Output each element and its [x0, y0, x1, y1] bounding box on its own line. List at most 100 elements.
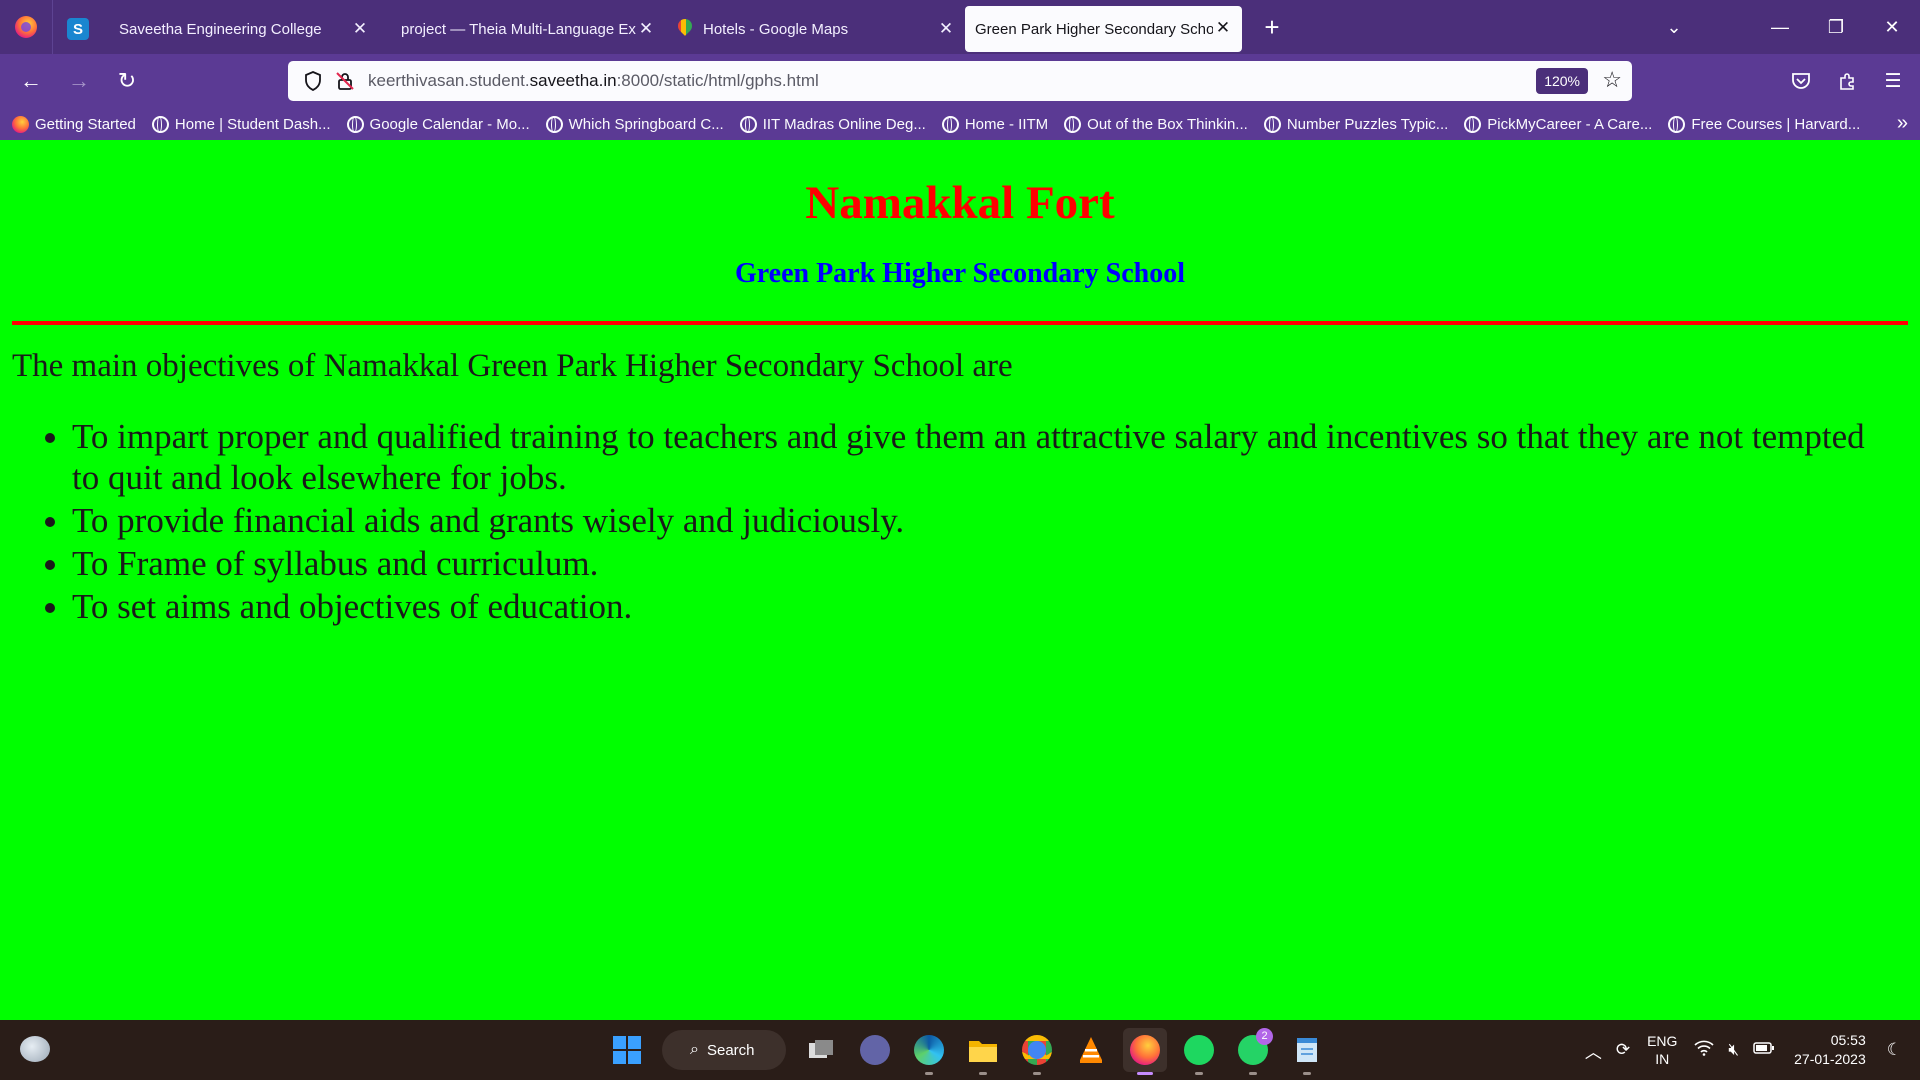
globe-icon: [1064, 115, 1082, 133]
running-indicator: [979, 1072, 987, 1075]
running-indicator: [1303, 1072, 1311, 1075]
objectives-list: To impart proper and qualified training …: [72, 416, 1872, 629]
language-code: ENG: [1647, 1033, 1678, 1049]
forward-button[interactable]: →: [60, 62, 98, 100]
restore-button[interactable]: ❐: [1808, 0, 1864, 54]
running-indicator: [1033, 1072, 1041, 1075]
list-all-tabs-chevron-icon[interactable]: ⌄: [1656, 10, 1692, 44]
extensions-icon[interactable]: [1828, 62, 1866, 100]
horizontal-rule: [12, 321, 1908, 325]
more-bookmarks-chevron-icon[interactable]: »: [1897, 112, 1908, 135]
bookmark-item[interactable]: Number Puzzles Typic...: [1263, 115, 1449, 133]
focus-moon-icon[interactable]: ☾: [1887, 1040, 1902, 1060]
bookmark-getting-started[interactable]: Getting Started: [12, 115, 136, 133]
globe-icon: [151, 115, 169, 133]
globe-icon: [346, 115, 364, 133]
chrome-logo-icon: [1022, 1035, 1052, 1065]
edge-browser-icon[interactable]: [907, 1028, 951, 1075]
chrome-icon[interactable]: [1015, 1028, 1059, 1075]
task-view-button[interactable]: [799, 1028, 843, 1072]
page-title: Namakkal Fort: [805, 177, 1115, 229]
search-icon: ⌕: [690, 1041, 699, 1058]
taskbar-search-button[interactable]: ⌕ Search: [662, 1030, 786, 1070]
bookmark-label: Number Puzzles Typic...: [1286, 115, 1449, 133]
weather-widget-icon[interactable]: [20, 1036, 50, 1062]
firefox-view-button[interactable]: [0, 0, 52, 54]
bookmark-label: Which Springboard C...: [568, 115, 724, 133]
url-domain: saveetha.in: [529, 71, 617, 90]
reload-button[interactable]: ↻: [108, 62, 146, 100]
shield-icon[interactable]: [298, 66, 328, 96]
globe-icon: [545, 115, 563, 133]
tab-saveetha[interactable]: S Saveetha Engineering College ✕: [53, 6, 379, 52]
whatsapp-icon[interactable]: 2: [1231, 1028, 1275, 1075]
edge-logo-icon: [914, 1035, 944, 1065]
sync-icon[interactable]: ⟳: [1616, 1040, 1630, 1060]
zoom-indicator[interactable]: 120%: [1536, 68, 1588, 94]
bookmark-item[interactable]: Home | Student Dash...: [151, 115, 331, 133]
teams-chat-icon[interactable]: [853, 1028, 897, 1072]
bookmark-label: Out of the Box Thinkin...: [1087, 115, 1248, 133]
bookmark-item[interactable]: Out of the Box Thinkin...: [1064, 115, 1248, 133]
bookmark-label: Google Calendar - Mo...: [369, 115, 530, 133]
tab-google-maps[interactable]: Hotels - Google Maps ✕: [665, 6, 965, 52]
list-item: To provide financial aids and grants wis…: [72, 500, 1872, 541]
globe-icon: [1263, 115, 1281, 133]
chat-app-icon: [860, 1035, 890, 1065]
notepad-app-icon[interactable]: [1285, 1028, 1329, 1075]
bookmark-label: Home - IITM: [964, 115, 1049, 133]
globe-icon: [941, 115, 959, 133]
pocket-icon[interactable]: [1782, 62, 1820, 100]
firefox-icon: [1130, 1035, 1160, 1065]
globe-icon: [1464, 115, 1482, 133]
bookmark-item[interactable]: IIT Madras Online Deg...: [739, 115, 926, 133]
volume-muted-icon[interactable]: 🔇︎: [1728, 1040, 1739, 1060]
start-button[interactable]: [605, 1028, 649, 1072]
minimize-button[interactable]: —: [1752, 0, 1808, 54]
chevron-up-icon[interactable]: ︿: [1585, 1038, 1602, 1063]
bookmark-label: Getting Started: [35, 115, 136, 133]
clock[interactable]: 05:53 27-01-2023: [1794, 1031, 1866, 1069]
insecure-lock-icon[interactable]: [330, 66, 360, 96]
bookmark-label: PickMyCareer - A Care...: [1487, 115, 1653, 133]
bookmark-label: Home | Student Dash...: [174, 115, 331, 133]
address-bar[interactable]: keerthivasan.student.saveetha.in:8000/st…: [288, 61, 1632, 101]
url-text[interactable]: keerthivasan.student.saveetha.in:8000/st…: [368, 71, 819, 91]
school-name-subtitle: Green Park Higher Secondary School: [734, 258, 1186, 289]
bookmark-item[interactable]: Which Springboard C...: [545, 115, 724, 133]
url-path: :8000/static/html/gphs.html: [616, 71, 819, 90]
tab-green-park[interactable]: Green Park Higher Secondary Schoo ✕: [965, 6, 1242, 52]
close-tab-icon[interactable]: ✕: [937, 20, 955, 38]
globe-icon: [1668, 115, 1686, 133]
spotify-icon[interactable]: [1177, 1028, 1221, 1075]
wifi-icon[interactable]: [1694, 1040, 1714, 1061]
tab-label: Green Park Higher Secondary Schoo: [975, 20, 1213, 38]
firefox-taskbar-icon[interactable]: [1123, 1028, 1167, 1075]
tab-label: Saveetha Engineering College: [119, 20, 322, 38]
running-indicator: [925, 1072, 933, 1075]
file-explorer-icon[interactable]: [961, 1028, 1005, 1075]
back-button[interactable]: ←: [12, 62, 50, 100]
bookmark-star-icon[interactable]: ☆: [1602, 67, 1622, 93]
close-tab-icon[interactable]: ✕: [637, 20, 655, 38]
bookmark-item[interactable]: Home - IITM: [941, 115, 1049, 133]
saveetha-s-icon: S: [67, 18, 89, 40]
close-tab-icon[interactable]: ✕: [1214, 19, 1232, 37]
menu-hamburger-icon[interactable]: ☰: [1874, 62, 1912, 100]
window-controls: — ❐ ✕: [1752, 0, 1920, 54]
battery-icon[interactable]: [1753, 1040, 1775, 1060]
search-label: Search: [706, 1041, 755, 1059]
firefox-icon: [12, 115, 29, 133]
close-window-button[interactable]: ✕: [1864, 0, 1920, 54]
firefox-icon: [15, 16, 37, 38]
language-indicator[interactable]: ENG IN: [1647, 1032, 1677, 1068]
bookmark-item[interactable]: Free Courses | Harvard...: [1668, 115, 1860, 133]
bookmark-item[interactable]: Google Calendar - Mo...: [346, 115, 530, 133]
new-tab-button[interactable]: +: [1250, 5, 1294, 49]
vlc-icon[interactable]: [1069, 1028, 1113, 1072]
spotify-logo-icon: [1184, 1035, 1214, 1065]
navigation-toolbar: ← → ↻ keerthivasan.student.saveetha.in:8…: [0, 54, 1920, 108]
bookmark-item[interactable]: PickMyCareer - A Care...: [1464, 115, 1653, 133]
close-tab-icon[interactable]: ✕: [351, 20, 369, 38]
tab-theia[interactable]: project — Theia Multi-Language Ex ✕: [379, 6, 665, 52]
